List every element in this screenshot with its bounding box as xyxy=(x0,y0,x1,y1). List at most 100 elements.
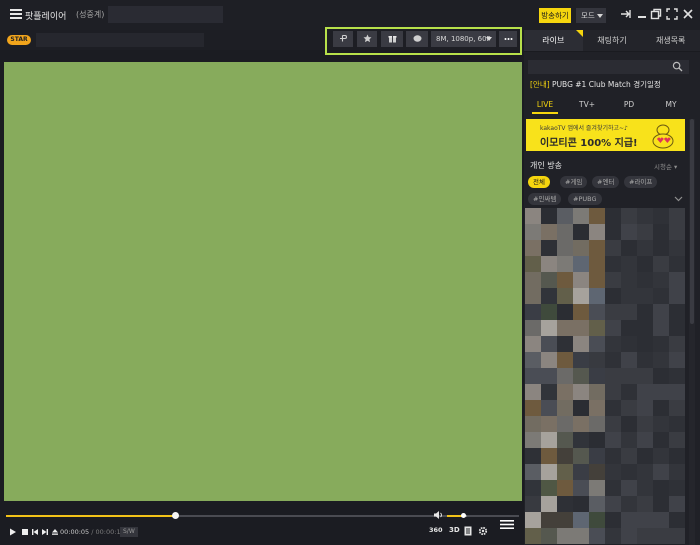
tab-chat[interactable]: 채팅하기 xyxy=(582,30,642,52)
thumbnail-tile xyxy=(669,480,685,496)
chip-entertainment[interactable]: #엔터 xyxy=(592,176,620,188)
thumbnail-tile xyxy=(605,512,621,528)
quality-dropdown[interactable]: 8M, 1080p, 60F xyxy=(431,31,496,47)
subtab-pd[interactable]: PD xyxy=(608,96,650,114)
play-icon[interactable] xyxy=(9,528,17,536)
volume-slider[interactable] xyxy=(447,513,467,518)
sort-dropdown[interactable]: 시청순 ▾ xyxy=(654,161,677,171)
thumbnail-tile xyxy=(669,512,685,528)
broadcast-button[interactable]: 방송하기 xyxy=(539,8,571,23)
thumbnail-tile xyxy=(541,288,557,304)
thumbnail-tile xyxy=(653,384,669,400)
thumbnail-tile xyxy=(653,352,669,368)
thumbnail-tile xyxy=(621,384,637,400)
thumbnail-tile xyxy=(669,336,685,352)
thumbnail-tile xyxy=(541,304,557,320)
gift-button[interactable] xyxy=(381,31,403,47)
thumbnail-tile xyxy=(653,224,669,240)
thumbnail-tile xyxy=(525,288,541,304)
thumbnail-tile xyxy=(589,240,605,256)
thumbnail-tile xyxy=(541,224,557,240)
prev-icon[interactable] xyxy=(31,528,39,536)
thumbnail-tile xyxy=(589,208,605,224)
thumbnail-tile xyxy=(621,304,637,320)
chip-insta[interactable]: #인싸템 xyxy=(528,193,562,205)
subtab-my[interactable]: MY xyxy=(650,96,692,114)
thumbnail-tile xyxy=(541,208,557,224)
thumbnail-tile xyxy=(557,448,573,464)
minimize-icon[interactable] xyxy=(636,8,648,20)
video-area[interactable] xyxy=(4,62,522,501)
thumbnail-tile xyxy=(637,368,653,384)
thumbnail-tile xyxy=(573,416,589,432)
stop-icon[interactable] xyxy=(21,528,29,536)
badge-button[interactable] xyxy=(406,31,428,47)
thumbnail-tile xyxy=(669,432,685,448)
notice-banner[interactable]: [안내] PUBG #1 Club Match 경기일정 xyxy=(530,79,661,90)
thumbnail-tile xyxy=(541,272,557,288)
subtab-live[interactable]: LIVE xyxy=(524,96,566,114)
search-input[interactable] xyxy=(528,60,689,74)
thumbnail-tile xyxy=(589,384,605,400)
chip-pubg[interactable]: #PUBG xyxy=(568,193,602,205)
favorite-button[interactable] xyxy=(357,31,377,47)
thumbnail-tile xyxy=(589,400,605,416)
thumbnail-tile xyxy=(541,320,557,336)
p-point-button[interactable] xyxy=(333,31,353,47)
chip-all[interactable]: 전체 xyxy=(528,176,550,188)
quality-label: 8M, 1080p, 60F xyxy=(436,35,491,43)
chip-life[interactable]: #라이프 xyxy=(624,176,658,188)
thumbnail-tile xyxy=(621,400,637,416)
thumbnail-tile xyxy=(637,400,653,416)
thumbnail-tile xyxy=(637,224,653,240)
promo-banner[interactable]: kakaoTV 앱에서 즐겨찾기하고~♪ 이모티콘 100% 지급! xyxy=(526,119,685,151)
list-icon[interactable] xyxy=(500,519,514,530)
restore-icon[interactable] xyxy=(650,8,662,20)
volume-handle[interactable] xyxy=(461,513,466,518)
notice-text: PUBG #1 Club Match 경기일정 xyxy=(549,80,661,89)
gear-icon[interactable] xyxy=(478,526,488,536)
sidebar-scrollbar[interactable] xyxy=(689,119,695,545)
playlist-icon[interactable] xyxy=(463,526,473,536)
mode-dropdown[interactable]: 모드 xyxy=(576,8,606,23)
subtab-tvplus[interactable]: TV+ xyxy=(566,96,608,114)
thumbnail-tile xyxy=(541,416,557,432)
thumbnail-tile xyxy=(573,464,589,480)
app-status: (성중계) xyxy=(76,10,105,19)
chevron-down-icon xyxy=(597,14,603,18)
thumbnail-tile xyxy=(573,496,589,512)
stream-thumbnail-list[interactable] xyxy=(525,208,687,545)
thumbnail-tile xyxy=(573,368,589,384)
thumbnail-tile xyxy=(621,480,637,496)
thumbnail-tile xyxy=(589,448,605,464)
thumbnail-tile xyxy=(669,224,685,240)
chevron-down-icon[interactable] xyxy=(674,196,683,202)
search-icon[interactable] xyxy=(672,61,683,72)
more-button[interactable] xyxy=(499,31,517,47)
thumbnail-tile xyxy=(557,288,573,304)
thumbnail-tile xyxy=(669,272,685,288)
seek-handle[interactable] xyxy=(172,512,180,519)
thumbnail-tile xyxy=(525,384,541,400)
thumbnail-tile xyxy=(541,384,557,400)
thumbnail-tile xyxy=(653,272,669,288)
scrollbar-thumb[interactable] xyxy=(690,119,694,324)
eject-icon[interactable] xyxy=(51,528,59,536)
menu-icon[interactable] xyxy=(10,9,22,19)
tab-live[interactable]: 라이브 xyxy=(524,30,583,52)
volume-icon[interactable] xyxy=(433,510,443,520)
thumbnail-tile xyxy=(653,416,669,432)
tab-playlist[interactable]: 재생목록 xyxy=(641,30,700,52)
thumbnail-tile xyxy=(541,496,557,512)
3d-icon[interactable]: 3D xyxy=(449,526,460,534)
chip-game[interactable]: #게임 xyxy=(560,176,588,188)
thumbnail-tile xyxy=(557,208,573,224)
pin-icon[interactable] xyxy=(620,8,632,20)
thumbnail-tile xyxy=(669,464,685,480)
vr360-icon[interactable]: 360 xyxy=(429,526,443,534)
close-icon[interactable] xyxy=(682,8,694,20)
next-icon[interactable] xyxy=(41,528,49,536)
thumbnail-tile xyxy=(637,352,653,368)
speed-badge[interactable]: S/W xyxy=(120,527,138,537)
fullscreen-icon[interactable] xyxy=(666,8,678,20)
